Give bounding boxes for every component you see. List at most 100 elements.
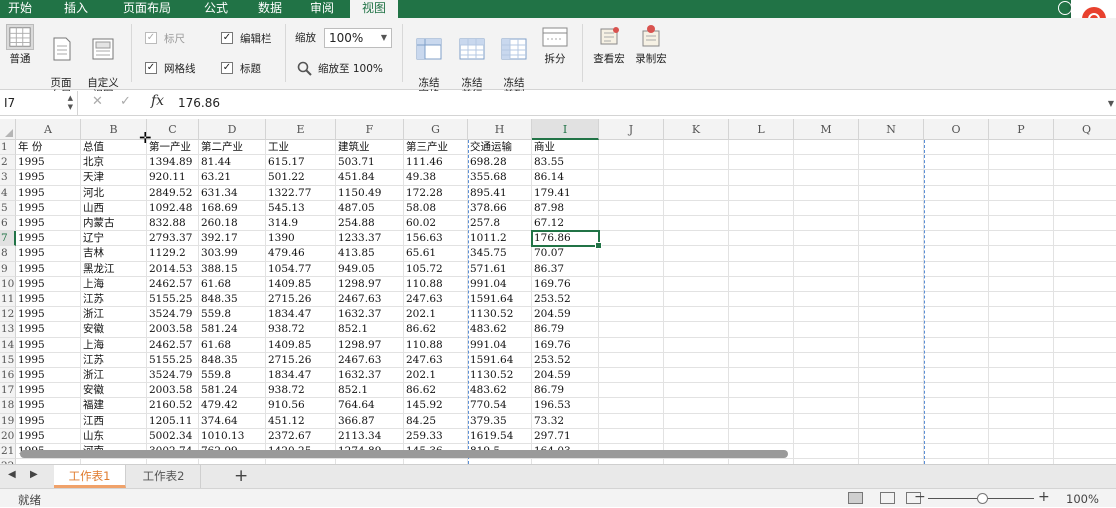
- formula-input[interactable]: 176.86: [178, 91, 220, 115]
- cell[interactable]: 910.56: [266, 398, 336, 414]
- cell[interactable]: [1054, 322, 1116, 338]
- cell[interactable]: [599, 352, 664, 368]
- cell[interactable]: [1054, 201, 1116, 216]
- cell[interactable]: 1394.89: [147, 155, 199, 171]
- row-header[interactable]: 19: [0, 413, 16, 429]
- row-header[interactable]: 16: [0, 368, 16, 384]
- cell[interactable]: 259.33: [404, 428, 468, 444]
- cell[interactable]: 1054.77: [266, 261, 336, 277]
- cell[interactable]: 379.35: [468, 413, 532, 429]
- row-header[interactable]: 3: [0, 170, 16, 186]
- cell[interactable]: [859, 185, 924, 201]
- cell[interactable]: [859, 261, 924, 277]
- cell[interactable]: 安徽: [81, 383, 147, 399]
- cell[interactable]: [989, 155, 1054, 171]
- cell[interactable]: 87.98: [532, 200, 599, 216]
- cell[interactable]: 2014.53: [147, 261, 199, 277]
- cell[interactable]: 1409.85: [266, 276, 336, 292]
- cell[interactable]: [664, 292, 729, 308]
- cell[interactable]: 105.72: [404, 261, 468, 277]
- cell[interactable]: 1834.47: [266, 368, 336, 384]
- cell[interactable]: 2467.63: [336, 352, 404, 368]
- cell[interactable]: 浙江: [81, 368, 147, 384]
- cell[interactable]: [794, 155, 859, 171]
- cell[interactable]: 辽宁: [81, 231, 147, 247]
- cell[interactable]: 山西: [81, 200, 147, 216]
- cell[interactable]: [599, 155, 664, 171]
- column-header-f[interactable]: F: [336, 119, 404, 140]
- cell[interactable]: 1150.49: [336, 185, 404, 201]
- zoom-slider-handle[interactable]: [977, 493, 988, 504]
- cell[interactable]: 1995: [16, 216, 81, 232]
- cell[interactable]: [859, 216, 924, 232]
- cell[interactable]: 571.61: [468, 261, 532, 277]
- cell[interactable]: 111.46: [404, 155, 468, 171]
- cell[interactable]: [599, 246, 664, 262]
- cell[interactable]: 848.35: [199, 292, 266, 308]
- cell[interactable]: [1054, 338, 1116, 353]
- cell[interactable]: 总值: [81, 140, 147, 156]
- cell[interactable]: 1995: [16, 307, 81, 323]
- cell[interactable]: 764.64: [336, 398, 404, 414]
- cell[interactable]: [599, 307, 664, 323]
- cell[interactable]: [989, 368, 1054, 384]
- cell[interactable]: 1129.2: [147, 246, 199, 262]
- zoom-out-icon[interactable]: −: [914, 489, 926, 505]
- cell[interactable]: 202.1: [404, 307, 468, 323]
- cell[interactable]: 3524.79: [147, 368, 199, 384]
- cell[interactable]: 1591.64: [468, 352, 532, 368]
- cell[interactable]: [989, 246, 1054, 262]
- cell[interactable]: 58.08: [404, 200, 468, 216]
- cell[interactable]: 179.41: [532, 185, 599, 201]
- cell[interactable]: [794, 261, 859, 277]
- cell[interactable]: [599, 276, 664, 292]
- cell[interactable]: [924, 444, 989, 460]
- cell[interactable]: [599, 140, 664, 156]
- cell[interactable]: [1054, 292, 1116, 308]
- split-button[interactable]: 拆分: [539, 24, 571, 65]
- cell[interactable]: 770.54: [468, 398, 532, 414]
- cell[interactable]: 5002.34: [147, 428, 199, 444]
- cell[interactable]: 2849.52: [147, 185, 199, 201]
- cell[interactable]: [599, 170, 664, 186]
- cell[interactable]: 1995: [16, 170, 81, 186]
- cell[interactable]: [599, 368, 664, 384]
- cell[interactable]: 2372.67: [266, 428, 336, 444]
- cell[interactable]: [924, 307, 989, 323]
- view-macros-button[interactable]: 查看宏: [591, 24, 627, 65]
- cell[interactable]: [729, 185, 794, 201]
- cell[interactable]: [859, 368, 924, 384]
- name-box-spinner-icon[interactable]: ▲ ▼: [68, 94, 73, 112]
- cell[interactable]: [924, 246, 989, 262]
- cell[interactable]: 黑龙江: [81, 261, 147, 277]
- column-header-d[interactable]: D: [199, 119, 266, 140]
- cell[interactable]: 商业: [532, 140, 599, 156]
- cell[interactable]: [1054, 246, 1116, 262]
- cell[interactable]: [729, 276, 794, 292]
- cell[interactable]: [664, 155, 729, 171]
- column-header-l[interactable]: L: [729, 119, 794, 140]
- cell[interactable]: [729, 322, 794, 338]
- cell[interactable]: [794, 216, 859, 232]
- custom-views-button[interactable]: 自定义 视图: [84, 24, 122, 101]
- cell[interactable]: 内蒙古: [81, 216, 147, 232]
- cell[interactable]: 254.88: [336, 216, 404, 232]
- cell[interactable]: [599, 322, 664, 338]
- cell[interactable]: [664, 413, 729, 429]
- cell[interactable]: [989, 428, 1054, 444]
- cell[interactable]: 67.12: [532, 216, 599, 232]
- cell[interactable]: 487.05: [336, 200, 404, 216]
- sheet-tab-2[interactable]: 工作表2: [127, 465, 201, 488]
- cell[interactable]: [989, 444, 1054, 460]
- cell[interactable]: [664, 368, 729, 384]
- cell[interactable]: [924, 413, 989, 429]
- cell[interactable]: 1995: [16, 231, 81, 247]
- cell[interactable]: [924, 428, 989, 444]
- cell[interactable]: 451.84: [336, 170, 404, 186]
- zoom-100-button[interactable]: 缩放至 100%: [297, 61, 383, 76]
- cell[interactable]: [794, 200, 859, 216]
- cell[interactable]: 204.59: [532, 368, 599, 384]
- row-header[interactable]: 17: [0, 383, 16, 399]
- cell[interactable]: [989, 337, 1054, 353]
- cell[interactable]: 86.14: [532, 170, 599, 186]
